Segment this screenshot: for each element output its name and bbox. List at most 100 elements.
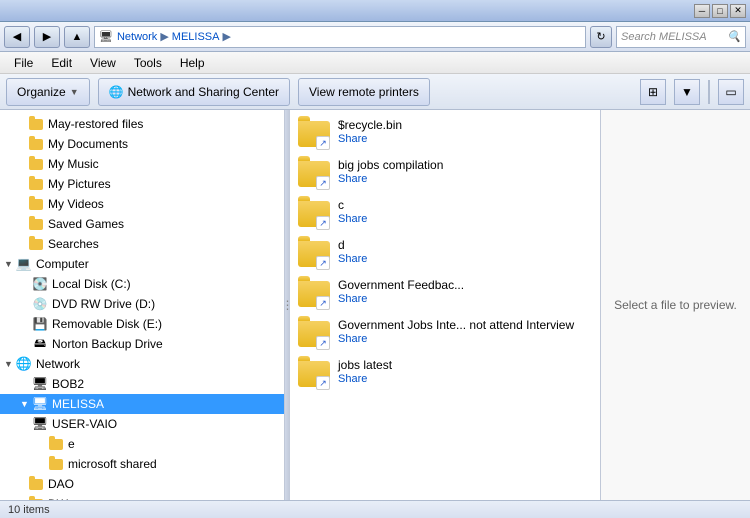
sidebar-item-my-pictures[interactable]: My Pictures (0, 174, 284, 194)
file-share-label[interactable]: Share (338, 213, 367, 225)
sidebar-item-searches[interactable]: Searches (0, 234, 284, 254)
breadcrumb-sep1: ▶ (160, 30, 168, 43)
file-list[interactable]: ↗ $recycle.bin Share ↗ big jobs compilat… (290, 110, 600, 500)
network-icon: 🌐 (16, 356, 32, 372)
list-item[interactable]: ↗ jobs latest Share (290, 354, 600, 394)
toolbar-separator (708, 80, 710, 104)
menu-view[interactable]: View (82, 54, 124, 72)
folder-icon (28, 196, 44, 212)
list-item[interactable]: ↗ Government Jobs Inte... not attend Int… (290, 314, 600, 354)
list-item[interactable]: ↗ Government Feedbac... Share (290, 274, 600, 314)
resize-handle[interactable] (285, 110, 290, 500)
preview-pane-button[interactable]: ▭ (718, 79, 744, 105)
sidebar-label: Saved Games (48, 217, 124, 231)
file-share-label[interactable]: Share (338, 253, 367, 265)
sidebar-item-saved-games[interactable]: Saved Games (0, 214, 284, 234)
share-overlay-icon: ↗ (316, 216, 330, 230)
organize-button[interactable]: Organize ▼ (6, 78, 90, 106)
file-info: big jobs compilation Share (338, 158, 443, 185)
title-bar: ─ □ ✕ (0, 0, 750, 22)
file-info: $recycle.bin Share (338, 118, 402, 145)
sidebar-label: Network (36, 357, 80, 371)
folder-share-icon (48, 436, 64, 452)
network-sharing-button[interactable]: 🌐 Network and Sharing Center (98, 78, 290, 106)
sidebar-item-dvd-drive[interactable]: 💿 DVD RW Drive (D:) (0, 294, 284, 314)
sidebar-label: Computer (36, 257, 89, 271)
search-icon: 🔍 (727, 30, 741, 43)
address-path[interactable]: 🖥 Network ▶ MELISSA ▶ (94, 26, 586, 48)
sidebar-item-local-disk-c[interactable]: 💽 Local Disk (C:) (0, 274, 284, 294)
sidebar-item-dw[interactable]: DW (0, 494, 284, 500)
expand-arrow: ▼ (20, 399, 32, 409)
network-sharing-icon: 🌐 (109, 85, 124, 99)
list-item[interactable]: ↗ d Share (290, 234, 600, 274)
list-item[interactable]: ↗ big jobs compilation Share (290, 154, 600, 194)
file-item-icon: ↗ (298, 118, 330, 150)
sidebar-item-user-vaio[interactable]: 🖥 USER-VAIO (0, 414, 284, 434)
back-button[interactable]: ◀ (4, 26, 30, 48)
sidebar-item-microsoft-shared[interactable]: microsoft shared (0, 454, 284, 474)
folder-icon (28, 476, 44, 492)
forward-button[interactable]: ▶ (34, 26, 60, 48)
file-share-label[interactable]: Share (338, 173, 443, 185)
file-name: $recycle.bin (338, 118, 402, 132)
file-share-label[interactable]: Share (338, 133, 402, 145)
folder-icon (28, 236, 44, 252)
backup-drive-icon: 🖴 (32, 336, 48, 352)
sidebar-item-my-music[interactable]: My Music (0, 154, 284, 174)
sidebar-item-may-restored[interactable]: May-restored files (0, 114, 284, 134)
close-button[interactable]: ✕ (730, 4, 746, 18)
list-item[interactable]: ↗ $recycle.bin Share (290, 114, 600, 154)
share-overlay-icon: ↗ (316, 176, 330, 190)
sidebar-label: May-restored files (48, 117, 143, 131)
file-share-label[interactable]: Share (338, 373, 392, 385)
file-info: Government Feedbac... Share (338, 278, 464, 305)
list-item[interactable]: ↗ c Share (290, 194, 600, 234)
sidebar-label: BOB2 (52, 377, 84, 391)
view-remote-button[interactable]: View remote printers (298, 78, 430, 106)
sidebar-label: microsoft shared (68, 457, 157, 471)
file-share-label[interactable]: Share (338, 333, 574, 345)
sidebar-item-e-share[interactable]: e (0, 434, 284, 454)
folder-icon (28, 116, 44, 132)
view-details-button[interactable]: ▼ (674, 79, 700, 105)
folder-icon (28, 216, 44, 232)
sidebar-item-bob2[interactable]: 🖥 BOB2 (0, 374, 284, 394)
sidebar-label: Local Disk (C:) (52, 277, 131, 291)
breadcrumb-melissa[interactable]: MELISSA (172, 31, 220, 43)
sidebar-item-norton-backup[interactable]: 🖴 Norton Backup Drive (0, 334, 284, 354)
view-toggle-button[interactable]: ⊞ (640, 79, 666, 105)
breadcrumb-icon: 🖥 (99, 30, 113, 43)
sidebar-item-dao[interactable]: DAO (0, 474, 284, 494)
minimize-button[interactable]: ─ (694, 4, 710, 18)
maximize-button[interactable]: □ (712, 4, 728, 18)
sidebar-item-network[interactable]: ▼ 🌐 Network (0, 354, 284, 374)
refresh-button[interactable]: ↻ (590, 26, 612, 48)
sidebar-item-melissa[interactable]: ▼ 🖥 MELISSA (0, 394, 284, 414)
up-button[interactable]: ▲ (64, 26, 90, 48)
sidebar-label: Searches (48, 237, 99, 251)
sidebar-item-my-videos[interactable]: My Videos (0, 194, 284, 214)
sidebar-label: My Videos (48, 197, 104, 211)
expand-arrow: ▼ (4, 359, 16, 369)
preview-text: Select a file to preview. (614, 298, 737, 312)
file-info: d Share (338, 238, 367, 265)
menu-edit[interactable]: Edit (43, 54, 80, 72)
file-item-icon: ↗ (298, 278, 330, 310)
file-share-label[interactable]: Share (338, 293, 464, 305)
sidebar-item-removable-e[interactable]: 💾 Removable Disk (E:) (0, 314, 284, 334)
view-remote-label: View remote printers (309, 85, 419, 99)
sidebar-item-computer[interactable]: ▼ 💻 Computer (0, 254, 284, 274)
menu-help[interactable]: Help (172, 54, 213, 72)
left-panel[interactable]: May-restored files My Documents My Music… (0, 110, 285, 500)
sidebar-item-my-documents[interactable]: My Documents (0, 134, 284, 154)
menu-file[interactable]: File (6, 54, 41, 72)
search-box[interactable]: Search MELISSA 🔍 (616, 26, 746, 48)
menu-tools[interactable]: Tools (126, 54, 170, 72)
share-overlay-icon: ↗ (316, 136, 330, 150)
file-item-icon: ↗ (298, 198, 330, 230)
share-overlay-icon: ↗ (316, 376, 330, 390)
breadcrumb-network[interactable]: Network (117, 31, 157, 43)
right-panel: ↗ $recycle.bin Share ↗ big jobs compilat… (290, 110, 750, 500)
file-name: Government Feedbac... (338, 278, 464, 292)
